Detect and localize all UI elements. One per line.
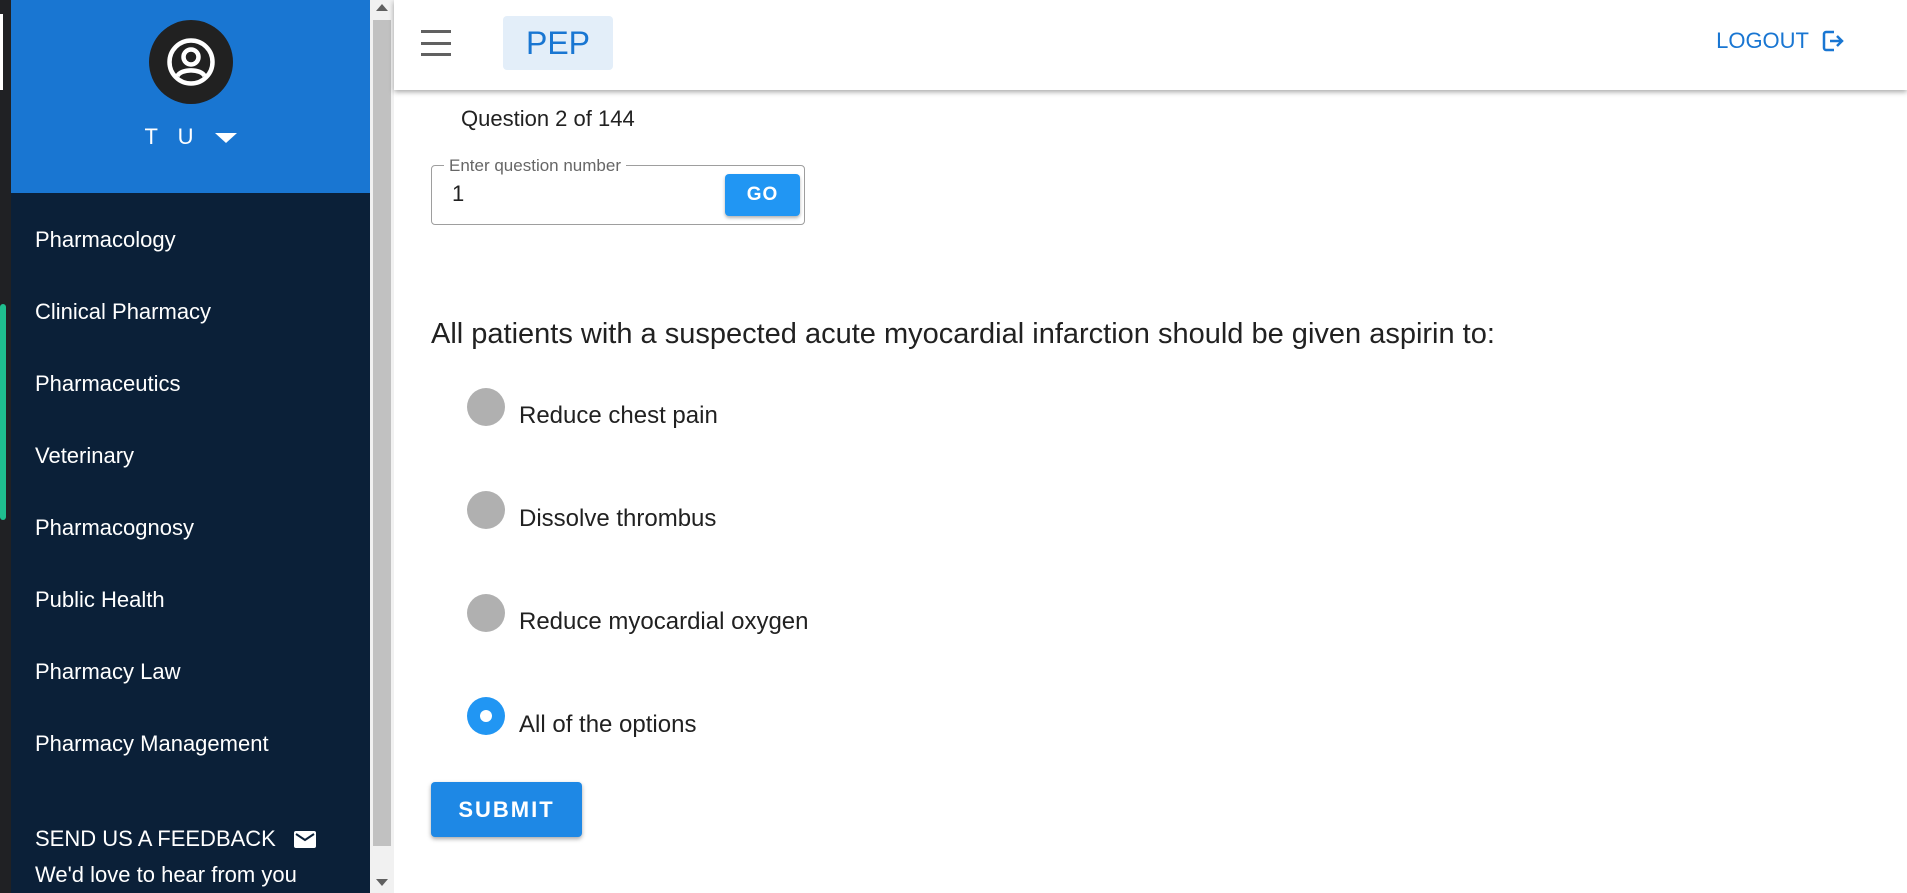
window-edge-marker bbox=[0, 14, 3, 90]
radio-button[interactable] bbox=[467, 594, 505, 632]
question-number-input[interactable] bbox=[450, 180, 704, 208]
hamburger-menu-icon[interactable] bbox=[421, 30, 451, 56]
logout-icon bbox=[1821, 29, 1845, 53]
option-label: Reduce chest pain bbox=[519, 402, 718, 429]
question-text: All patients with a suspected acute myoc… bbox=[431, 318, 1495, 350]
option-label: Dissolve thrombus bbox=[519, 505, 717, 532]
option-dissolve-thrombus[interactable]: Dissolve thrombus bbox=[467, 491, 716, 533]
feedback-title: SEND US A FEEDBACK bbox=[35, 826, 276, 851]
go-button[interactable]: GO bbox=[725, 174, 800, 216]
app-bar: PEP LOGOUT bbox=[394, 0, 1907, 90]
option-reduce-chest-pain[interactable]: Reduce chest pain bbox=[467, 388, 718, 430]
sidebar-item-pharmacy-law[interactable]: Pharmacy Law bbox=[11, 636, 370, 708]
sidebar-nav: Pharmacology Clinical Pharmacy Pharmaceu… bbox=[11, 204, 370, 780]
window-edge bbox=[0, 0, 11, 893]
submit-button[interactable]: SUBMIT bbox=[431, 782, 582, 837]
sidebar: T U Pharmacology Clinical Pharmacy Pharm… bbox=[11, 0, 370, 893]
radio-button-selected[interactable] bbox=[467, 697, 505, 735]
logout-label: LOGOUT bbox=[1716, 28, 1809, 53]
question-counter: Question 2 of 144 bbox=[461, 106, 635, 131]
question-jump-field: Enter question number GO bbox=[431, 156, 805, 225]
avatar[interactable] bbox=[149, 20, 233, 104]
feedback-link[interactable]: SEND US A FEEDBACK We'd love to hear fro… bbox=[35, 826, 316, 888]
option-label: All of the options bbox=[519, 711, 697, 738]
option-label: Reduce myocardial oxygen bbox=[519, 608, 809, 635]
sidebar-item-pharmacology[interactable]: Pharmacology bbox=[11, 204, 370, 276]
scrollbar-thumb[interactable] bbox=[373, 20, 391, 846]
radio-button[interactable] bbox=[467, 491, 505, 529]
sidebar-item-pharmacy-management[interactable]: Pharmacy Management bbox=[11, 708, 370, 780]
window-edge-accent bbox=[0, 304, 6, 520]
logout-button[interactable]: LOGOUT bbox=[1716, 28, 1845, 54]
feedback-subtitle: We'd love to hear from you bbox=[35, 862, 297, 887]
sidebar-item-pharmaceutics[interactable]: Pharmaceutics bbox=[11, 348, 370, 420]
option-all-of-the-options[interactable]: All of the options bbox=[467, 697, 696, 739]
scroll-up-arrow-icon[interactable] bbox=[376, 4, 388, 11]
sidebar-item-clinical-pharmacy[interactable]: Clinical Pharmacy bbox=[11, 276, 370, 348]
sidebar-item-pharmacognosy[interactable]: Pharmacognosy bbox=[11, 492, 370, 564]
scroll-down-arrow-icon[interactable] bbox=[376, 879, 388, 886]
caret-down-icon bbox=[214, 133, 237, 144]
radio-button[interactable] bbox=[467, 388, 505, 426]
sidebar-scrollbar[interactable] bbox=[370, 0, 394, 893]
option-reduce-myocardial-oxygen[interactable]: Reduce myocardial oxygen bbox=[467, 594, 809, 636]
brand-logo[interactable]: PEP bbox=[503, 16, 613, 70]
mail-icon bbox=[293, 830, 316, 848]
user-menu[interactable]: T U bbox=[11, 124, 370, 150]
sidebar-item-veterinary[interactable]: Veterinary bbox=[11, 420, 370, 492]
sidebar-item-public-health[interactable]: Public Health bbox=[11, 564, 370, 636]
sidebar-header: T U bbox=[11, 0, 370, 193]
account-circle-icon bbox=[167, 38, 215, 86]
quiz-panel: Question 2 of 144 Enter question number … bbox=[394, 90, 1907, 893]
user-initials: T U bbox=[144, 124, 201, 149]
question-jump-label: Enter question number bbox=[444, 156, 626, 176]
